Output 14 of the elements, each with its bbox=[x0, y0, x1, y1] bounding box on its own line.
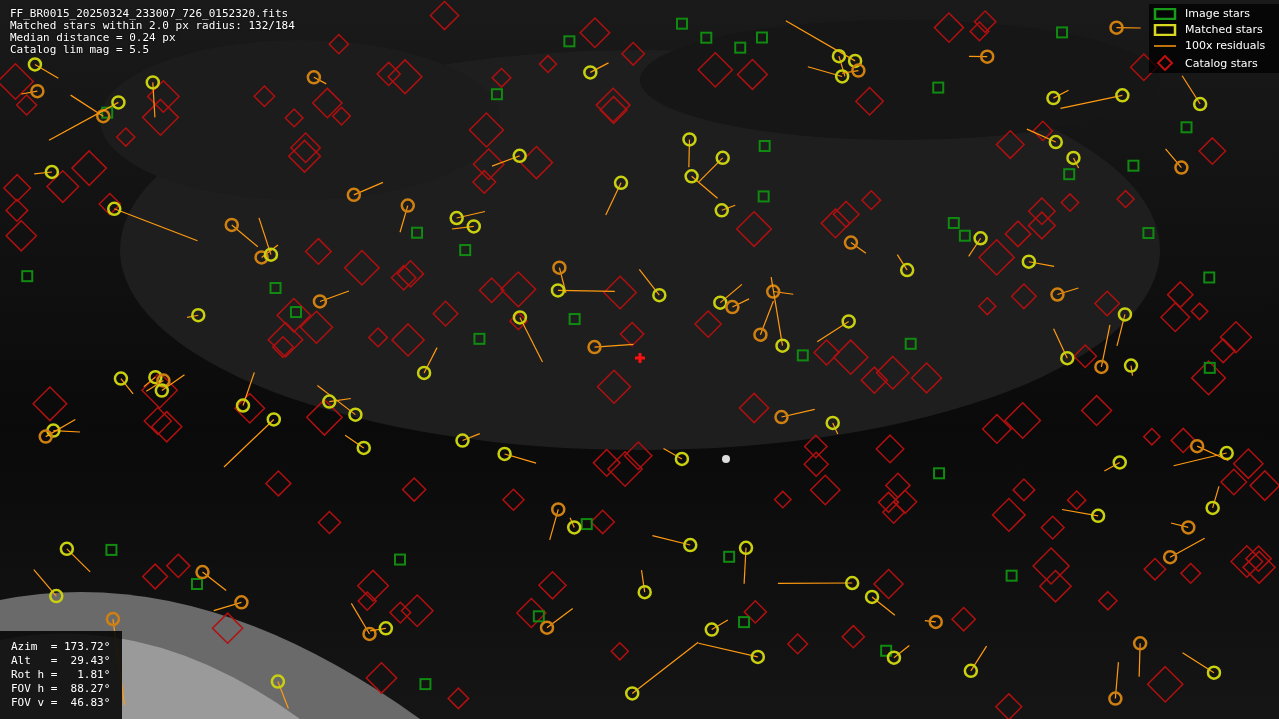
info-text: Median distance = 0.24 px bbox=[10, 32, 177, 44]
info-text: FF_BR0015_20250324_233007_726_0152320.fits bbox=[10, 8, 290, 20]
pointing-text: FOV v = 46.83° bbox=[11, 696, 112, 710]
pointing-text: Azim = 173.72° bbox=[11, 640, 112, 654]
cross-icon bbox=[633, 351, 647, 365]
legend-label: 100x residuals bbox=[1185, 39, 1266, 52]
legend-label: Matched stars bbox=[1185, 23, 1263, 36]
info-text: Catalog lim mag = 5.5 bbox=[10, 44, 151, 56]
legend-label: Catalog stars bbox=[1185, 56, 1258, 70]
info-text: Matched stars within 2.0 px radius: 132/184 bbox=[10, 20, 295, 32]
pointing-text: Alt = 29.43° bbox=[11, 654, 112, 668]
legend-label: Image stars bbox=[1185, 7, 1250, 20]
pointing-text: Rot h = 1.81° bbox=[11, 668, 112, 682]
pointing-text: FOV h = 88.27° bbox=[11, 682, 112, 696]
